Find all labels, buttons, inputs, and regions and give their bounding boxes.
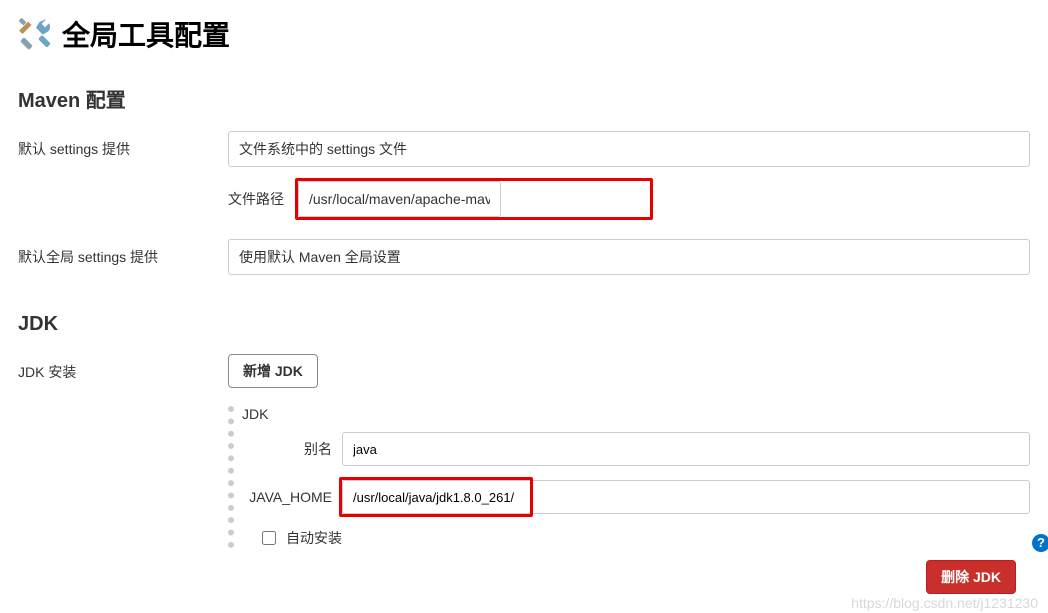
wrench-screwdriver-icon [18, 16, 54, 52]
java-home-input[interactable] [342, 480, 1030, 514]
file-path-label: 文件路径 [228, 189, 298, 209]
help-icon[interactable]: ? [1032, 534, 1048, 552]
add-jdk-button[interactable]: 新增 JDK [228, 354, 318, 388]
default-settings-select[interactable]: 文件系统中的 settings 文件 [228, 131, 1030, 167]
jdk-alias-input[interactable] [342, 432, 1030, 466]
jdk-section-title: JDK [18, 313, 1030, 336]
global-settings-select[interactable]: 使用默认 Maven 全局设置 [228, 239, 1030, 275]
global-settings-label: 默认全局 settings 提供 [18, 239, 228, 275]
jdk-install-label: JDK 安装 [18, 354, 228, 548]
java-home-label: JAVA_HOME [242, 489, 342, 505]
jdk-alias-label: 别名 [242, 439, 342, 459]
page-header: 全局工具配置 [18, 14, 1030, 54]
default-settings-label: 默认 settings 提供 [18, 131, 228, 217]
maven-section-title: Maven 配置 [18, 84, 1030, 113]
auto-install-label: 自动安装 [286, 528, 342, 548]
delete-jdk-button[interactable]: 删除 JDK [926, 560, 1016, 594]
file-path-input[interactable] [298, 181, 501, 217]
jdk-entry: JDK 别名 JAVA_HOME 自动安装 [228, 406, 1030, 548]
jdk-block-label: JDK [242, 406, 1030, 422]
auto-install-checkbox[interactable] [262, 531, 276, 545]
page-title: 全局工具配置 [62, 14, 230, 54]
watermark-text: https://blog.csdn.net/j1231230 [851, 595, 1038, 611]
